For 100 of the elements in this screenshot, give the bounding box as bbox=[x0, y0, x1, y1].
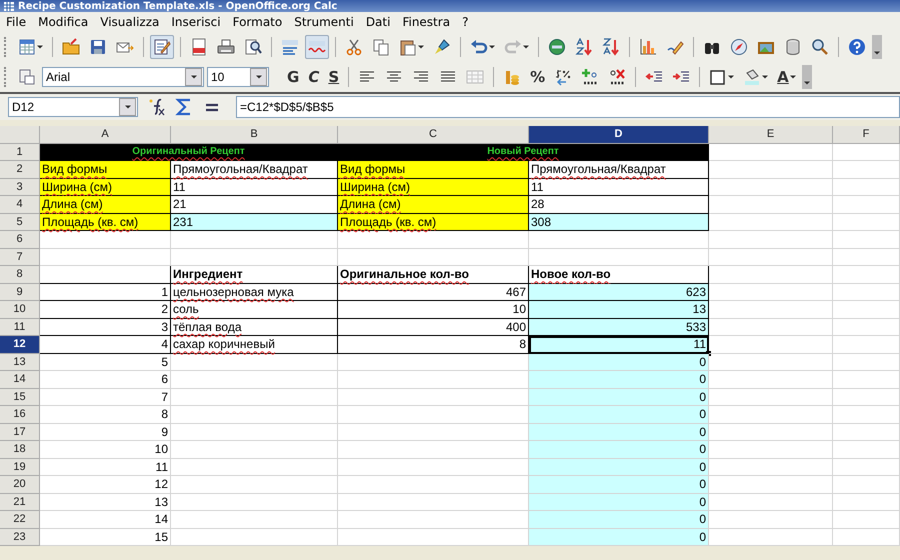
help-icon bbox=[848, 38, 866, 56]
caret-icon bbox=[804, 80, 810, 86]
caret-icon bbox=[874, 50, 880, 56]
row-header[interactable]: 15 bbox=[0, 388, 40, 406]
table-cell: 0 bbox=[529, 354, 709, 371]
row-header[interactable]: 21 bbox=[0, 494, 40, 511]
row-header[interactable]: 4 bbox=[0, 196, 40, 214]
cell-reference-box[interactable]: D12 bbox=[8, 97, 138, 117]
table-cell bbox=[833, 214, 900, 231]
table-cell: 0 bbox=[529, 388, 709, 406]
table-cell bbox=[833, 318, 900, 336]
table-cell[interactable]: 11 bbox=[529, 336, 709, 354]
row-header[interactable]: 1 bbox=[0, 144, 40, 161]
table-cell: 13 bbox=[529, 301, 709, 318]
row-header[interactable]: 6 bbox=[0, 231, 40, 248]
font-color-button[interactable]: A bbox=[774, 65, 799, 89]
table-cell: 400 bbox=[338, 318, 529, 336]
table-cell: 15 bbox=[40, 528, 171, 546]
search-icon bbox=[811, 38, 829, 56]
percent-button[interactable]: % bbox=[527, 65, 548, 89]
table-cell: 0 bbox=[529, 424, 709, 441]
table-cell: Прямоугольная/Квадрат bbox=[529, 161, 709, 178]
caret-icon bbox=[124, 104, 130, 110]
menu-item[interactable]: Inserisci bbox=[171, 14, 221, 30]
wavy-underline-button[interactable] bbox=[305, 35, 329, 59]
border-icon bbox=[709, 68, 728, 86]
row-header[interactable]: 23 bbox=[0, 528, 40, 546]
table-cell: сахар коричневый bbox=[171, 336, 338, 354]
table-cell bbox=[833, 494, 900, 511]
table-cell: 308 bbox=[529, 214, 709, 231]
row-header[interactable]: 16 bbox=[0, 406, 40, 424]
row-header[interactable]: 14 bbox=[0, 371, 40, 388]
italic-button[interactable]: C bbox=[305, 65, 322, 89]
menu-item[interactable]: Finestra bbox=[402, 14, 450, 30]
table-cell: 0 bbox=[529, 511, 709, 528]
number-format-icon bbox=[554, 68, 572, 86]
row-header[interactable]: 8 bbox=[0, 266, 40, 284]
caret-icon bbox=[190, 74, 196, 80]
printer-icon bbox=[217, 38, 235, 56]
table-cell: Ингредиент bbox=[171, 266, 338, 284]
row-header[interactable]: 3 bbox=[0, 178, 40, 196]
table-cell: Длина (см) bbox=[40, 196, 171, 214]
caret-icon bbox=[256, 74, 262, 80]
table-cell bbox=[833, 388, 900, 406]
row-header[interactable]: 5 bbox=[0, 214, 40, 231]
table-cell: 1 bbox=[40, 284, 171, 301]
table-cell: 11 bbox=[171, 178, 338, 196]
menu-item[interactable]: Dati bbox=[366, 14, 390, 30]
column-header[interactable]: A bbox=[40, 126, 171, 144]
table-cell: 0 bbox=[529, 458, 709, 476]
caret-icon bbox=[762, 74, 768, 80]
database-icon bbox=[784, 38, 802, 56]
table-cell: 8 bbox=[338, 336, 529, 354]
spreadsheet-icon bbox=[18, 38, 36, 56]
table-cell: Вид формы bbox=[40, 161, 171, 178]
row-header[interactable]: 10 bbox=[0, 301, 40, 318]
formula-input[interactable]: =C12*$D$5/$B$5 bbox=[236, 96, 900, 118]
column-header[interactable]: C bbox=[338, 126, 529, 144]
menu-item[interactable]: Modifica bbox=[38, 14, 88, 30]
table-cell: 3 bbox=[40, 318, 171, 336]
row-header[interactable]: 2 bbox=[0, 161, 40, 178]
font-name-dropdown[interactable]: Arial bbox=[42, 67, 204, 87]
row-header[interactable]: 7 bbox=[0, 248, 40, 266]
row-header[interactable]: 11 bbox=[0, 318, 40, 336]
row-header[interactable]: 20 bbox=[0, 476, 40, 494]
row-header[interactable]: 17 bbox=[0, 424, 40, 441]
row-header[interactable]: 13 bbox=[0, 354, 40, 371]
row-header[interactable]: 18 bbox=[0, 441, 40, 458]
table-cell: 0 bbox=[529, 371, 709, 388]
table-cell: 467 bbox=[338, 284, 529, 301]
menu-item[interactable]: Formato bbox=[232, 14, 282, 30]
bold-button[interactable]: G bbox=[284, 65, 302, 89]
copy-icon bbox=[372, 38, 390, 56]
font-size-dropdown[interactable]: 10 bbox=[207, 67, 269, 87]
column-header[interactable]: D bbox=[529, 126, 709, 144]
menu-item[interactable]: ? bbox=[462, 14, 468, 30]
column-header[interactable]: F bbox=[833, 126, 900, 144]
toolbar-overflow-button[interactable] bbox=[872, 35, 882, 59]
row-header[interactable]: 9 bbox=[0, 284, 40, 301]
scissors-icon bbox=[345, 38, 363, 56]
row-header[interactable]: 12 bbox=[0, 336, 40, 354]
row-header[interactable]: 22 bbox=[0, 511, 40, 528]
table-cell: Оригинальный Рецепт bbox=[40, 144, 338, 161]
column-header[interactable]: E bbox=[709, 126, 833, 144]
column-header[interactable]: B bbox=[171, 126, 338, 144]
styles-icon bbox=[18, 68, 36, 86]
table-cell: Площадь (кв. см) bbox=[338, 214, 529, 231]
menu-item[interactable]: File bbox=[6, 14, 26, 30]
table-cell bbox=[833, 301, 900, 318]
toolbar-overflow-button[interactable] bbox=[802, 65, 812, 89]
pencil-document-button[interactable] bbox=[150, 35, 174, 59]
menu-item[interactable]: Visualizza bbox=[100, 14, 160, 30]
underline-button[interactable]: S bbox=[325, 65, 342, 89]
caret-icon bbox=[418, 44, 424, 50]
table-cell: 623 bbox=[529, 284, 709, 301]
row-header[interactable]: 19 bbox=[0, 458, 40, 476]
table-cell: Площадь (кв. см) bbox=[40, 214, 171, 231]
table-cell bbox=[833, 424, 900, 441]
table-cell bbox=[833, 161, 900, 178]
menu-item[interactable]: Strumenti bbox=[294, 14, 354, 30]
